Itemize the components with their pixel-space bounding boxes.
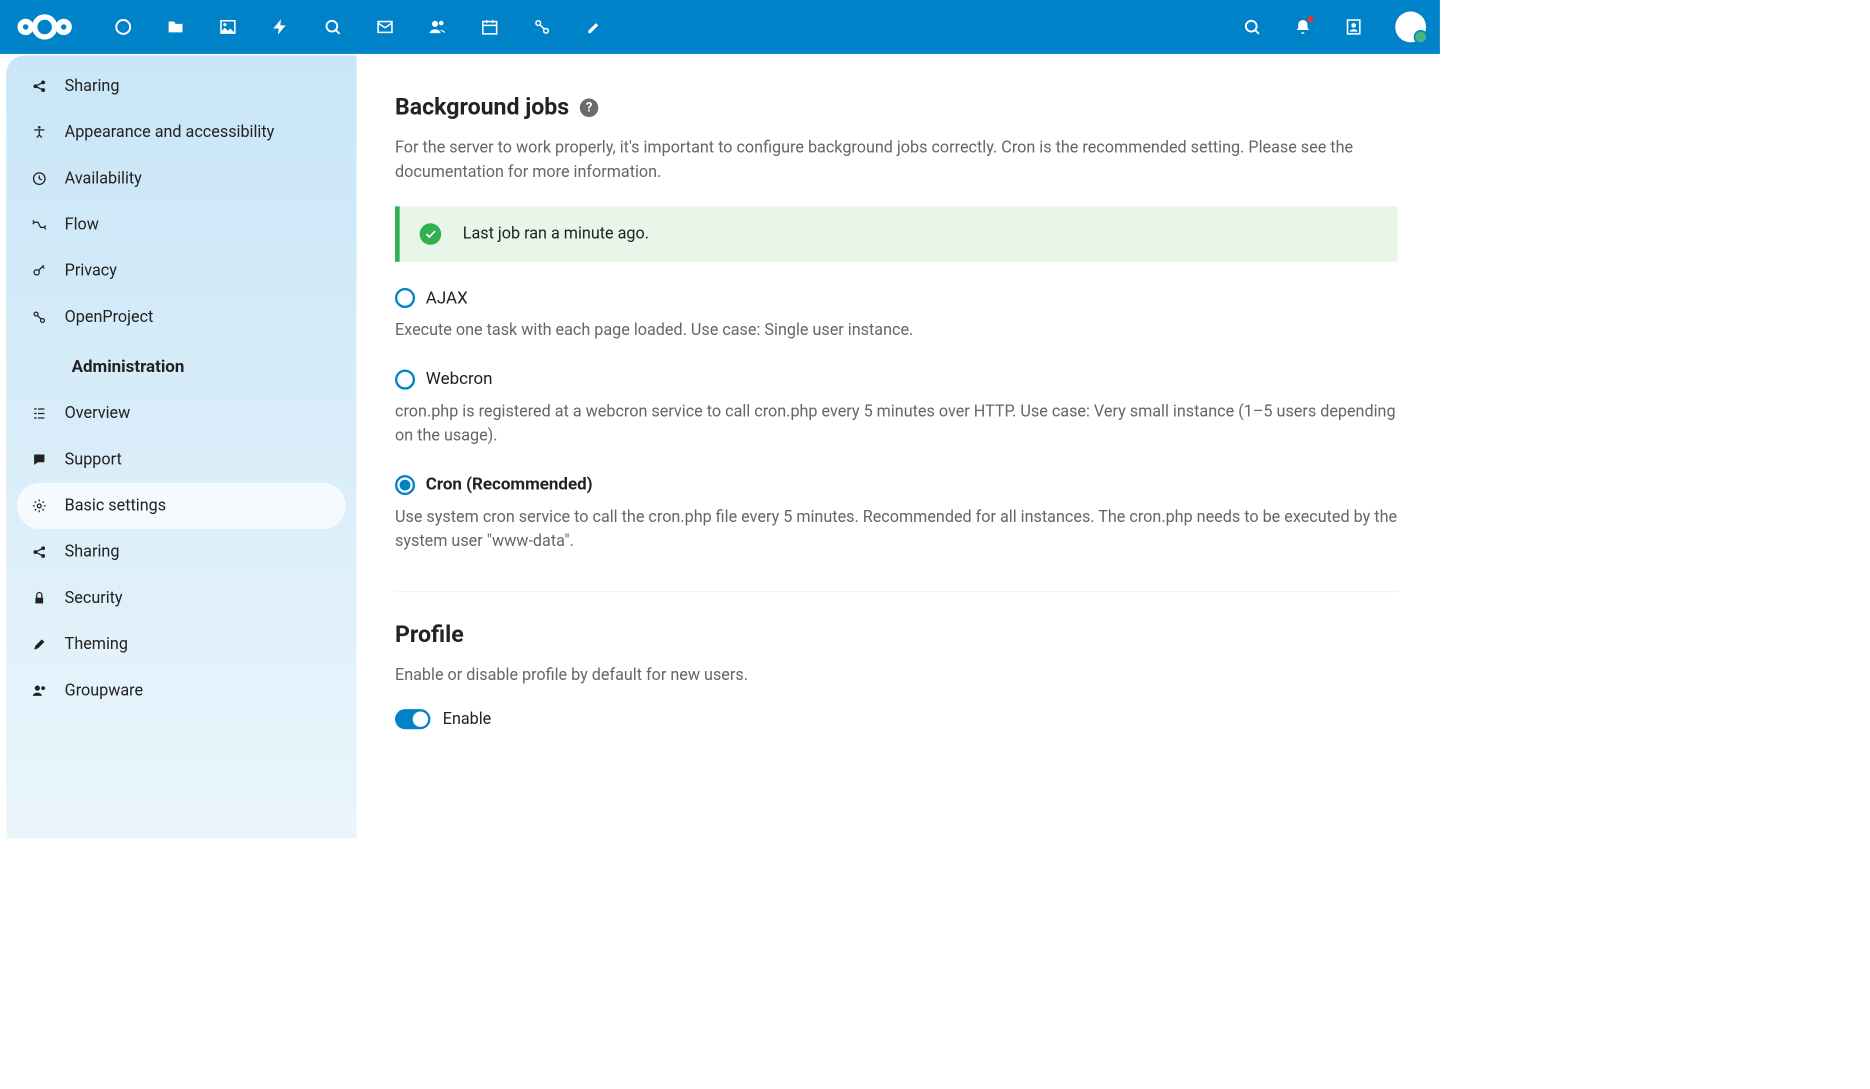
share-icon [31,78,48,95]
settings-icon [31,497,48,514]
clock-icon [31,170,48,187]
calendar-icon[interactable] [480,18,498,36]
radio-label: AJAX [426,288,468,307]
success-banner: Last job ran a minute ago. [395,206,1398,261]
bgjobs-option-webcron[interactable]: Webcron [395,369,1398,389]
notifications-icon[interactable] [1294,18,1312,36]
accessibility-icon [31,124,48,141]
support-icon [31,451,48,468]
sidebar-item-theming[interactable]: Theming [6,621,356,667]
sidebar-item-availability[interactable]: Availability [6,156,356,202]
files-icon[interactable] [166,18,184,36]
sidebar-item-flow[interactable]: Flow [6,202,356,248]
top-bar [0,0,1440,54]
sidebar-item-label: OpenProject [65,308,154,326]
lock-icon [31,590,48,607]
sidebar-item-label: Overview [65,404,131,422]
check-icon [420,223,442,245]
toggle-switch[interactable] [395,709,430,729]
theming-icon [31,636,48,653]
mail-icon[interactable] [376,18,394,36]
sidebar-item-groupware[interactable]: Groupware [6,668,356,714]
sidebar-item-security[interactable]: Security [6,575,356,621]
sidebar-item-basic-settings[interactable]: Basic settings [17,483,346,529]
contacts-menu-icon[interactable] [1344,18,1362,36]
radio-desc: Use system cron service to call the cron… [395,506,1398,555]
openproject-icon [31,309,48,326]
groupware-icon [31,682,48,699]
sidebar-item-label: Theming [65,635,128,653]
bgjobs-option-ajax[interactable]: AJAX [395,288,1398,308]
bgjobs-desc: For the server to work properly, it's im… [395,136,1398,185]
sidebar-item-openproject[interactable]: OpenProject [6,294,356,340]
sidebar-item-sharing[interactable]: Sharing [6,63,356,109]
bgjobs-title: Background jobs ? [395,94,1398,121]
radio-label: Cron (Recommended) [426,475,593,494]
sidebar-item-label: Security [65,589,123,607]
radio-desc: Execute one task with each page loaded. … [395,319,1398,343]
success-text: Last job ran a minute ago. [463,225,649,243]
main-content: Background jobs ? For the server to work… [357,55,1440,838]
sidebar-item-label: Availability [65,169,142,187]
sidebar-item-privacy[interactable]: Privacy [6,248,356,294]
sidebar-item-appearance-and-accessibility[interactable]: Appearance and accessibility [6,109,356,155]
profile-title: Profile [395,621,1398,648]
avatar[interactable] [1395,12,1426,43]
nextcloud-logo[interactable] [14,12,76,43]
sidebar-item-label: Appearance and accessibility [65,123,275,141]
integration-icon[interactable] [533,18,551,36]
sidebar-item-label: Flow [65,216,99,234]
sidebar-item-label: Sharing [65,77,120,95]
overview-icon [31,405,48,422]
sidebar-item-label: Privacy [65,262,117,280]
sidebar-item-label: Sharing [65,543,120,561]
search-circle-icon[interactable] [323,18,341,36]
flow-icon [31,216,48,233]
radio-label: Webcron [426,370,493,389]
sidebar-item-overview[interactable]: Overview [6,390,356,436]
contacts-icon[interactable] [428,18,446,36]
divider [395,591,1398,592]
profile-toggle[interactable]: Enable [395,709,1398,729]
sidebar-item-label: Basic settings [65,497,166,515]
help-icon[interactable]: ? [580,98,598,116]
radio-button[interactable] [395,288,415,308]
bgjobs-option-cron[interactable]: Cron (Recommended) [395,475,1398,495]
search-icon[interactable] [1243,18,1261,36]
profile-desc: Enable or disable profile by default for… [395,663,1398,687]
sidebar-item-support[interactable]: Support [6,437,356,483]
sidebar-item-sharing[interactable]: Sharing [6,529,356,575]
sidebar-item-label: Groupware [65,681,143,699]
key-icon [31,263,48,280]
sidebar-item-label: Support [65,450,122,468]
radio-desc: cron.php is registered at a webcron serv… [395,400,1398,449]
edit-icon[interactable] [585,18,603,36]
admin-section-header: Administration [6,340,356,390]
radio-button[interactable] [395,369,415,389]
radio-button[interactable] [395,475,415,495]
dashboard-icon[interactable] [114,18,132,36]
toggle-label: Enable [443,710,492,728]
activity-icon[interactable] [271,18,289,36]
sidebar: Sharing Appearance and accessibility Avail… [6,55,356,838]
photos-icon[interactable] [219,18,237,36]
share-icon [31,544,48,561]
